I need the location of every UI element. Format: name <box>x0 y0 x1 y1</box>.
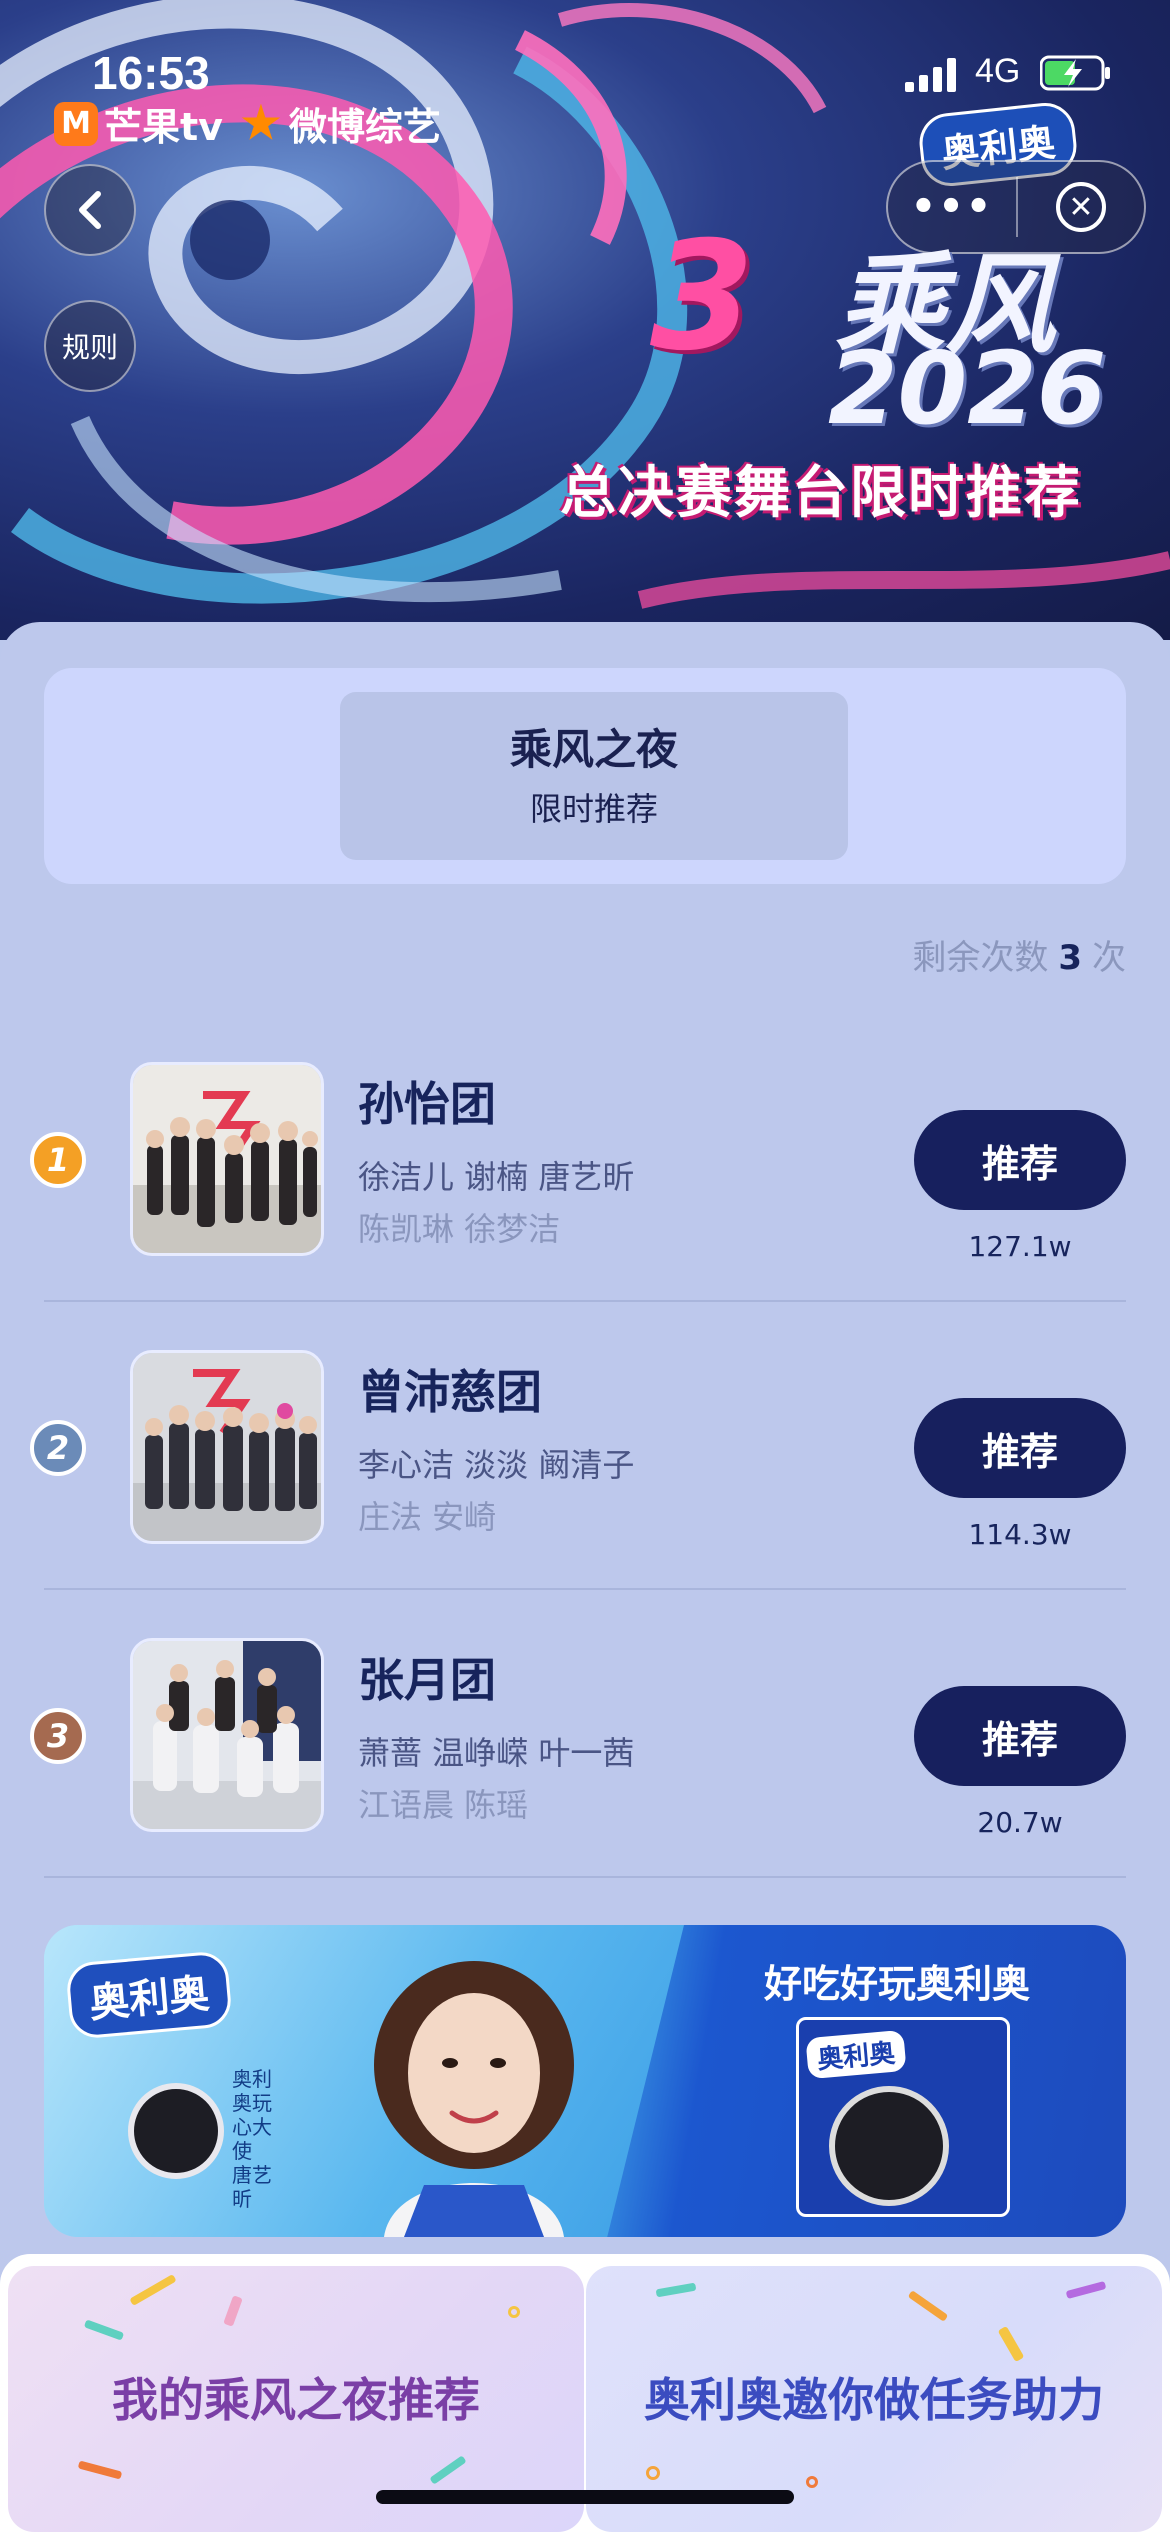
confetti-decoration <box>429 2455 467 2485</box>
team-photo <box>130 1350 324 1544</box>
team-members-line1: 李心洁 淡淡 阚清子 <box>358 1446 635 1484</box>
oreo-task-label: 奥利奥邀你做任务助力 <box>644 2373 1104 2427</box>
rules-button[interactable]: 规则 <box>44 300 136 392</box>
package-cookie-image <box>829 2086 949 2206</box>
confetti-decoration <box>646 2466 660 2480</box>
remaining-votes: 剩余次数 3 次 <box>912 930 1126 979</box>
team-name: 张月团 <box>358 1653 496 1707</box>
team-photo <box>130 1638 324 1832</box>
tab-title: 乘风之夜 <box>509 725 678 774</box>
remaining-count: 3 <box>1058 938 1082 978</box>
package-logo: 奥利奥 <box>805 2029 907 2080</box>
team-members-line1: 徐洁儿 谢楠 唐艺昕 <box>358 1158 635 1196</box>
cookie-image <box>128 2083 224 2179</box>
rank-badge: 1 <box>30 1132 86 1188</box>
mango-logo-icon: M <box>54 101 98 146</box>
status-time: 16:53 <box>92 47 210 99</box>
partner-logos: M 芒果tv 微博综艺 <box>54 96 441 151</box>
confetti-decoration <box>997 2325 1025 2363</box>
star-icon <box>241 103 281 140</box>
team-row: 2 曾沛慈团 李心洁 淡淡 阚清子 庄法 安崎 推荐 114.3w <box>30 1302 1126 1590</box>
recommend-button[interactable]: 推荐 <box>914 1398 1126 1498</box>
vote-count: 127.1w <box>968 1230 1072 1263</box>
confetti-decoration <box>1065 2280 1107 2300</box>
cellular-signal-icon <box>905 58 956 92</box>
tab-subtitle: 限时推荐 <box>529 790 658 828</box>
ad-slogan: 好吃好玩奥利奥 <box>764 1962 1031 2006</box>
team-row: 3 张月团 萧蔷 温峥嵘 叶一茜 江语晨 陈瑶 推荐 20.7w <box>30 1590 1126 1878</box>
ad-ambassador-text: 奥利奥玩心大使 唐艺昕 <box>232 2067 272 2211</box>
team-row: 1 孙怡团 徐洁儿 谢楠 唐艺昕 陈凯琳 徐梦洁 推荐 127.1w <box>30 1014 1126 1302</box>
group-photo-image <box>133 1641 321 1829</box>
confetti-decoration <box>77 2460 123 2480</box>
team-name: 孙怡团 <box>358 1077 496 1131</box>
home-indicator[interactable] <box>376 2490 794 2504</box>
team-members-line2: 庄法 安崎 <box>358 1498 497 1536</box>
team-members-line2: 江语晨 陈瑶 <box>358 1786 529 1824</box>
chevron-left-icon <box>79 191 101 229</box>
title-year: 2026 <box>828 330 1107 447</box>
confetti-decoration <box>907 2290 949 2322</box>
team-photo <box>130 1062 324 1256</box>
back-button[interactable] <box>44 164 136 256</box>
title-mark: 3 <box>650 210 755 384</box>
ad-oreo-logo: 奥利奥 <box>64 1950 234 2040</box>
vote-count: 20.7w <box>977 1806 1063 1839</box>
team-members-line2: 陈凯琳 徐梦洁 <box>358 1210 561 1248</box>
remaining-unit: 次 <box>1092 938 1126 978</box>
confetti-decoration <box>508 2306 520 2318</box>
ambassador-photo <box>374 1961 574 2237</box>
confetti-decoration <box>83 2319 125 2341</box>
confetti-decoration <box>223 2295 243 2327</box>
team-name: 曾沛慈团 <box>358 1365 542 1419</box>
mango-tv-logo: M 芒果tv <box>54 96 223 151</box>
oreo-ad-banner[interactable]: 奥利奥 奥利奥玩心大使 唐艺昕 好吃好玩奥利奥 奥利奥 <box>44 1925 1126 2237</box>
team-members-line1: 萧蔷 温峥嵘 叶一茜 <box>358 1734 635 1772</box>
confetti-decoration <box>806 2476 818 2488</box>
network-type: 4G <box>975 52 1021 90</box>
weibo-variety-logo: 微博综艺 <box>241 96 441 151</box>
rank-badge: 2 <box>30 1420 86 1476</box>
close-icon: ✕ <box>1055 182 1106 232</box>
recommend-button[interactable]: 推荐 <box>914 1110 1126 1210</box>
oreo-package: 奥利奥 <box>796 2017 1010 2217</box>
tab-night-recommend[interactable]: 乘风之夜 限时推荐 <box>340 692 848 860</box>
my-recommend-label: 我的乘风之夜推荐 <box>112 2373 480 2427</box>
group-photo-image <box>133 1353 321 1541</box>
group-photo-image <box>133 1065 321 1253</box>
banner-subtitle: 总决赛舞台限时推荐 <box>560 461 1082 526</box>
header-banner: 16:53 4G M 芒果tv 微博综艺 奥利奥 规则 ••• ✕ 3 乘风 2… <box>0 0 1170 640</box>
confetti-decoration <box>655 2282 697 2298</box>
confetti-decoration <box>129 2274 177 2306</box>
vote-count: 114.3w <box>968 1518 1072 1551</box>
battery-charging-icon <box>1040 55 1110 91</box>
recommend-button[interactable]: 推荐 <box>914 1686 1126 1786</box>
remaining-label: 剩余次数 <box>912 938 1049 978</box>
rank-badge: 3 <box>30 1708 86 1764</box>
